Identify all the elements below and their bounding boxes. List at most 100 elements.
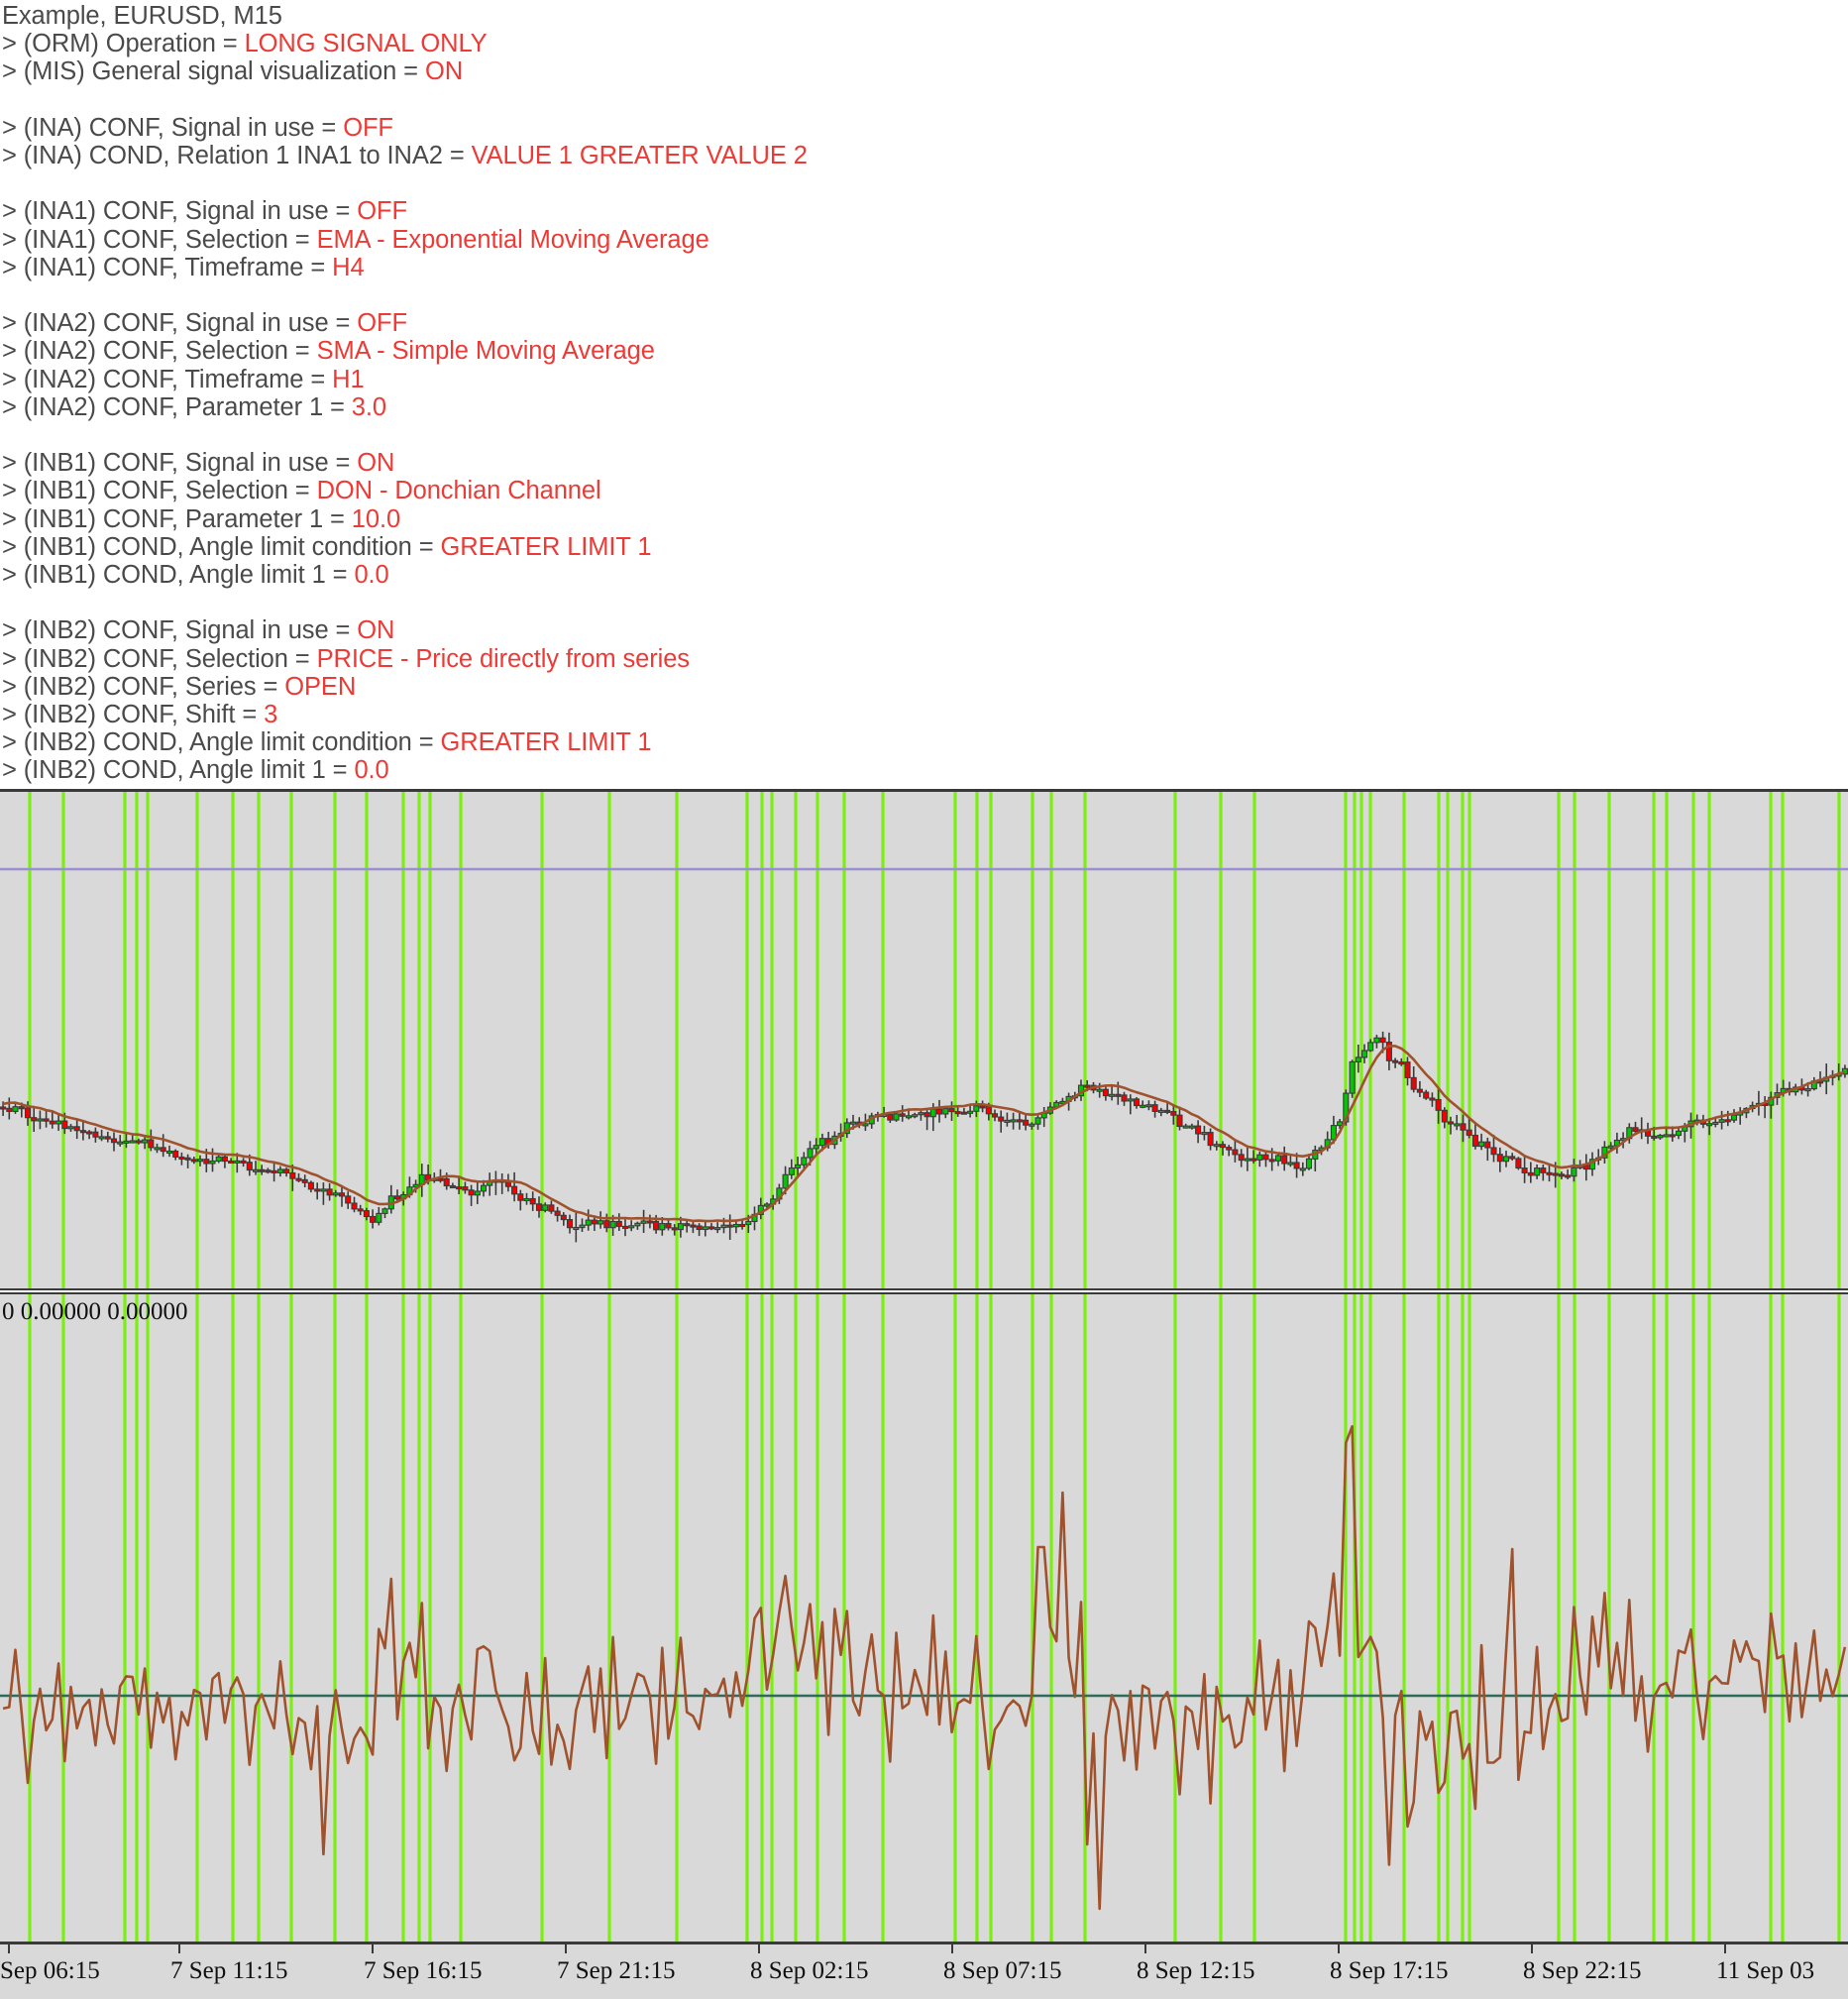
time-axis-tick: [178, 1944, 180, 1953]
config-line: > (INB2) CONF, Series = OPEN: [2, 673, 1848, 701]
config-line-value: ON: [357, 449, 395, 478]
config-line-value: GREATER LIMIT 1: [440, 532, 652, 561]
time-axis-tick: [1144, 1944, 1146, 1953]
time-axis-label: Sep 06:15: [0, 1957, 100, 1984]
time-axis-label: 8 Sep 07:15: [943, 1957, 1062, 1984]
config-line-value: OPEN: [284, 672, 357, 701]
time-axis-label: 7 Sep 21:15: [557, 1957, 676, 1984]
config-line-label: > (INA) COND, Relation 1 INA1 to INA2 =: [2, 142, 472, 169]
config-line: > (INA) COND, Relation 1 INA1 to INA2 = …: [2, 142, 1848, 169]
config-line: > (INB1) CONF, Signal in use = ON: [2, 449, 1848, 477]
config-line-value: PRICE - Price directly from series: [316, 644, 690, 673]
config-line: > (INA2) CONF, Selection = SMA - Simple …: [2, 337, 1848, 365]
config-line-label: > (INB2) CONF, Series =: [2, 672, 285, 701]
config-line-label: > (INA2) CONF, Timeframe =: [2, 365, 333, 393]
config-line: > (INB2) COND, Angle limit condition = G…: [2, 728, 1848, 756]
config-line-value: 0.0: [354, 561, 389, 589]
config-blank-line: [2, 281, 1848, 309]
config-line-value: H1: [332, 365, 365, 393]
config-line-value: GREATER LIMIT 1: [440, 728, 652, 757]
config-line-value: OFF: [343, 113, 393, 142]
config-line-label: > (INB1) CONF, Signal in use =: [2, 449, 358, 478]
config-line-label: > (INA2) CONF, Parameter 1 =: [2, 392, 352, 421]
config-line-label: > (INB2) COND, Angle limit condition =: [2, 728, 441, 757]
config-line-label: > (INB1) CONF, Selection =: [2, 477, 317, 505]
price-panel[interactable]: [0, 789, 1848, 1290]
config-line: > (INA1) CONF, Signal in use = OFF: [2, 197, 1848, 225]
config-line-label: > (INA2) CONF, Selection =: [2, 337, 317, 366]
config-line-label: > (INB2) CONF, Signal in use =: [2, 616, 358, 645]
config-line-label: > (INB2) COND, Angle limit 1 =: [2, 756, 355, 785]
config-line-label: > (INA) CONF, Signal in use =: [2, 113, 344, 142]
config-line: > (INB2) CONF, Selection = PRICE - Price…: [2, 645, 1848, 673]
time-axis-label: 11 Sep 03: [1716, 1957, 1815, 1984]
config-line-value: ON: [357, 616, 395, 645]
config-header: Example, EURUSD, M15: [2, 2, 282, 30]
config-blank-line: [2, 86, 1848, 114]
config-line-label: > (INA1) CONF, Signal in use =: [2, 197, 358, 226]
config-line-value: H4: [332, 253, 365, 281]
config-line-label: > (INA1) CONF, Timeframe =: [2, 253, 333, 281]
config-line: > (INA2) CONF, Timeframe = H1: [2, 366, 1848, 393]
config-line-value: DON - Donchian Channel: [316, 477, 601, 505]
config-line: > (INB2) CONF, Shift = 3: [2, 701, 1848, 728]
price-chart-canvas: [0, 792, 1848, 1288]
time-axis-label: 8 Sep 22:15: [1523, 1957, 1642, 1984]
time-axis-tick: [565, 1944, 567, 1953]
config-line-value: EMA - Exponential Moving Average: [316, 225, 709, 254]
config-line-label: > (MIS) General signal visualization =: [2, 57, 425, 86]
config-line: > (MIS) General signal visualization = O…: [2, 57, 1848, 85]
configuration-text-block: Example, EURUSD, M15 > (ORM) Operation =…: [0, 0, 1848, 785]
time-axis-tick: [1724, 1944, 1726, 1953]
config-line: > (INB2) CONF, Signal in use = ON: [2, 616, 1848, 644]
config-line-label: > (INA1) CONF, Selection =: [2, 225, 317, 254]
config-blank-line: [2, 169, 1848, 197]
time-axis-tick: [1531, 1944, 1533, 1953]
config-line: > (INA2) CONF, Signal in use = OFF: [2, 309, 1848, 337]
config-line-value: VALUE 1 GREATER VALUE 2: [471, 142, 808, 169]
trading-chart[interactable]: 0 0.00000 0.00000 Sep 06:15 7 Sep 11:15 7 …: [0, 787, 1848, 1999]
config-line: > (ORM) Operation = LONG SIGNAL ONLY: [2, 30, 1848, 57]
time-axis-tick: [372, 1944, 374, 1953]
config-blank-line: [2, 589, 1848, 616]
time-axis-tick: [758, 1944, 760, 1953]
config-line: > (INA) CONF, Signal in use = OFF: [2, 114, 1848, 142]
indicator-chart-canvas: [0, 1294, 1848, 1942]
config-line: > (INA1) CONF, Timeframe = H4: [2, 254, 1848, 281]
config-line-value: 0.0: [354, 756, 389, 785]
time-axis-label: 8 Sep 12:15: [1137, 1957, 1255, 1984]
config-line-value: SMA - Simple Moving Average: [316, 337, 655, 366]
time-axis-label: 7 Sep 16:15: [364, 1957, 483, 1984]
config-line-label: > (INB2) CONF, Shift =: [2, 701, 265, 728]
config-line-value: ON: [424, 57, 464, 86]
time-axis-label: 8 Sep 02:15: [750, 1957, 869, 1984]
indicator-panel[interactable]: 0 0.00000 0.00000: [0, 1292, 1848, 1942]
config-line-label: > (INB2) CONF, Selection =: [2, 644, 317, 673]
config-line-value: OFF: [357, 309, 407, 338]
time-axis-tick: [1338, 1944, 1340, 1953]
config-blank-line: [2, 421, 1848, 449]
config-line-list: > (ORM) Operation = LONG SIGNAL ONLY > (M…: [2, 30, 1848, 784]
time-axis-tick: [8, 1944, 10, 1953]
time-axis-label: 7 Sep 11:15: [170, 1957, 288, 1984]
config-line-value: 3: [264, 701, 278, 728]
time-axis-tick: [951, 1944, 953, 1953]
config-line-value: 3.0: [351, 392, 386, 421]
config-line-label: > (INA2) CONF, Signal in use =: [2, 309, 358, 338]
time-axis: Sep 06:15 7 Sep 11:15 7 Sep 16:15 7 Sep 21:…: [0, 1942, 1848, 1999]
config-line-value: LONG SIGNAL ONLY: [244, 30, 488, 58]
config-line-label: > (INB1) COND, Angle limit condition =: [2, 532, 441, 561]
config-line-value: OFF: [357, 197, 407, 226]
config-line-value: 10.0: [351, 504, 401, 533]
indicator-readout: 0 0.00000 0.00000: [2, 1298, 188, 1325]
config-line: > (INB1) COND, Angle limit condition = G…: [2, 533, 1848, 561]
config-line: > (INB1) CONF, Parameter 1 = 10.0: [2, 505, 1848, 533]
config-line: > (INA1) CONF, Selection = EMA - Exponen…: [2, 226, 1848, 254]
config-line-label: > (INB1) CONF, Parameter 1 =: [2, 504, 352, 533]
config-line-label: > (ORM) Operation =: [2, 30, 245, 58]
time-axis-label: 8 Sep 17:15: [1330, 1957, 1449, 1984]
config-line: > (INB1) CONF, Selection = DON - Donchia…: [2, 477, 1848, 504]
config-line: > (INB2) COND, Angle limit 1 = 0.0: [2, 756, 1848, 784]
config-line-label: > (INB1) COND, Angle limit 1 =: [2, 561, 355, 589]
config-line: > (INB1) COND, Angle limit 1 = 0.0: [2, 561, 1848, 589]
